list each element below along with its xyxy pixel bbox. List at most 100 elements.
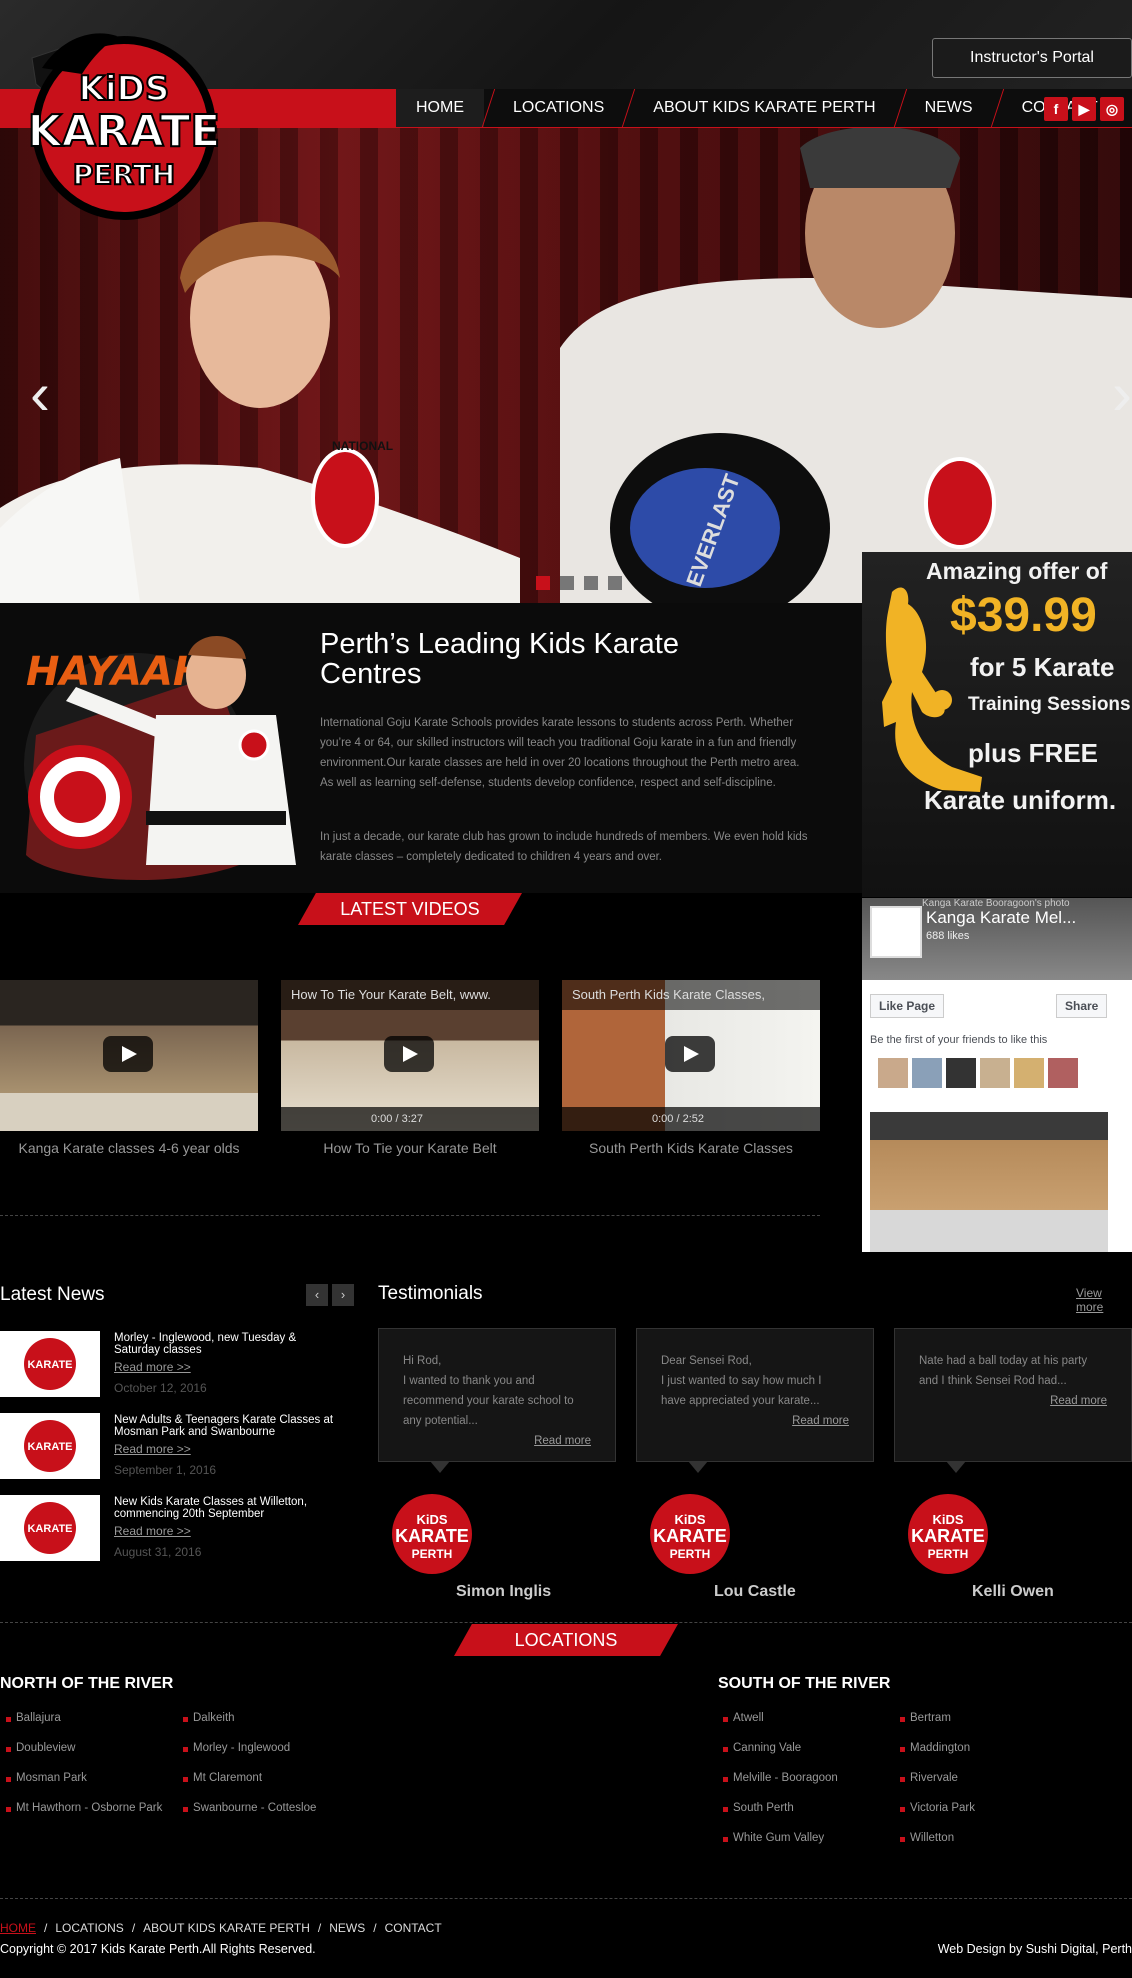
location-link[interactable]: Willetton [900,1832,954,1844]
tlogo-perth: PERTH [928,1547,969,1561]
location-link[interactable]: Ballajura [6,1712,61,1724]
video-caption[interactable]: How To Tie your Karate Belt [281,1140,539,1156]
footer-link-home[interactable]: HOME [0,1921,36,1935]
testimonial-pointer [688,1461,708,1473]
nav-home[interactable]: HOME [396,89,484,127]
hero-dot[interactable] [584,576,598,590]
video-time: 0:00 / 3:27 [371,1113,423,1125]
tlogo-perth: PERTH [670,1547,711,1561]
location-link[interactable]: Victoria Park [900,1802,975,1814]
location-link[interactable]: Doubleview [6,1742,75,1754]
instructors-portal-button[interactable]: Instructor's Portal [932,38,1132,78]
news-thumbnail[interactable]: KARATE [0,1495,100,1561]
hero-next-arrow[interactable]: › [1112,364,1132,424]
friend-avatar[interactable] [980,1058,1010,1088]
friend-avatar[interactable] [1048,1058,1078,1088]
testimonial-read-more[interactable]: Read more [919,1391,1107,1411]
news-headline[interactable]: Morley - Inglewood, new Tuesday & Saturd… [114,1332,344,1356]
video-player[interactable] [0,980,258,1131]
footer-separator: / [131,1921,136,1935]
tlogo-kids: KiDS [932,1512,963,1527]
location-link[interactable]: Morley - Inglewood [183,1742,290,1754]
facebook-icon[interactable]: f [1044,97,1068,121]
intro-paragraph-1: International Goju Karate Schools provid… [320,717,800,789]
section-divider [0,1622,1132,1623]
video-controls[interactable]: 0:00 / 2:52 [562,1107,820,1131]
offer-line-5: plus FREE [968,738,1099,768]
play-button-icon[interactable] [384,1036,434,1072]
testimonial-read-more[interactable]: Read more [403,1431,591,1451]
facebook-like-button[interactable]: Like Page [870,994,945,1018]
offer-line-3: for 5 Karate [970,652,1115,682]
nav-news[interactable]: NEWS [905,89,993,127]
location-link[interactable]: Mosman Park [6,1772,87,1784]
testimonial-text: Nate had a ball today at his party and I… [919,1355,1088,1387]
location-link[interactable]: Rivervale [900,1772,958,1784]
news-headline[interactable]: New Kids Karate Classes at Willetton, co… [114,1496,344,1520]
news-logo-icon: KARATE [24,1502,76,1554]
nav-about[interactable]: ABOUT KIDS KARATE PERTH [633,89,895,127]
offer-banner[interactable]: Amazing offer of $39.99 for 5 Karate Tra… [862,552,1132,897]
video-caption[interactable]: Kanga Karate classes 4-6 year olds [0,1140,258,1156]
location-link[interactable]: South Perth [723,1802,794,1814]
testimonial-card: Nate had a ball today at his party and I… [894,1328,1132,1462]
location-link[interactable]: Mt Claremont [183,1772,262,1784]
latest-videos-heading: LATEST VIDEOS [298,893,522,925]
youtube-icon[interactable]: ▶ [1072,97,1096,121]
facebook-page-name[interactable]: Kanga Karate Mel... [926,908,1076,928]
news-logo-icon: KARATE [24,1420,76,1472]
news-prev-button[interactable]: ‹ [306,1284,328,1306]
news-read-more[interactable]: Read more >> [114,1360,191,1374]
facebook-like-label: Like Page [879,999,936,1013]
footer-link-about[interactable]: ABOUT KIDS KARATE PERTH [143,1921,310,1935]
location-link[interactable]: Maddington [900,1742,970,1754]
kids-karate-perth-logo[interactable]: KiDS KARATE PERTH [22,28,224,224]
location-link[interactable]: Mt Hawthorn - Osborne Park [6,1802,162,1814]
video-player[interactable]: South Perth Kids Karate Classes, 0:00 / … [562,980,820,1131]
hero-dot[interactable] [560,576,574,590]
news-headline[interactable]: New Adults & Teenagers Karate Classes at… [114,1414,344,1438]
location-link[interactable]: Dalkeith [183,1712,235,1724]
facebook-page-widget[interactable]: Kanga Karate Booragoon's photo Kanga Kar… [862,898,1132,1252]
news-next-button[interactable]: › [332,1284,354,1306]
news-thumbnail[interactable]: KARATE [0,1413,100,1479]
news-thumbnail[interactable]: KARATE [0,1331,100,1397]
location-link[interactable]: Canning Vale [723,1742,801,1754]
play-button-icon[interactable] [103,1036,153,1072]
footer-link-locations[interactable]: LOCATIONS [55,1921,123,1935]
footer-link-news[interactable]: NEWS [329,1921,365,1935]
friend-avatar[interactable] [1014,1058,1044,1088]
location-link[interactable]: White Gum Valley [723,1832,824,1844]
video-player[interactable]: How To Tie Your Karate Belt, www. 0:00 /… [281,980,539,1131]
news-read-more[interactable]: Read more >> [114,1524,191,1538]
tlogo-kids: KiDS [674,1512,705,1527]
video-controls[interactable]: 0:00 / 3:27 [281,1107,539,1131]
testimonial-read-more[interactable]: Read more [661,1411,849,1431]
location-link[interactable]: Melville - Booragoon [723,1772,838,1784]
facebook-page-avatar[interactable] [870,906,922,958]
intro-title: Perth’s Leading Kids Karate Centres [320,628,679,690]
friend-avatar[interactable] [946,1058,976,1088]
hero-dot[interactable] [608,576,622,590]
location-link[interactable]: Bertram [900,1712,951,1724]
friend-avatar[interactable] [878,1058,908,1088]
footer-link-contact[interactable]: CONTACT [385,1921,442,1935]
friend-avatar[interactable] [912,1058,942,1088]
hero-prev-arrow[interactable]: ‹ [30,364,50,424]
instagram-icon[interactable]: ◎ [1100,97,1124,121]
nav-locations[interactable]: LOCATIONS [493,89,624,127]
hero-dot[interactable] [536,576,550,590]
play-button-icon[interactable] [665,1036,715,1072]
facebook-timeline-photo[interactable] [870,1112,1108,1252]
video-caption[interactable]: South Perth Kids Karate Classes [562,1140,820,1156]
news-logo-text: KARATE [27,1359,72,1371]
testimonial-author: Kelli Owen [972,1583,1054,1600]
testimonials-view-more[interactable]: View more [1076,1286,1132,1314]
location-link[interactable]: Swanbourne - Cottesloe [183,1802,316,1814]
location-link[interactable]: Atwell [723,1712,764,1724]
facebook-share-button[interactable]: Share [1056,994,1108,1018]
news-read-more[interactable]: Read more >> [114,1442,191,1456]
footer-separator: / [44,1921,48,1935]
design-credit-link[interactable]: Web Design by Sushi Digital, Perth [938,1942,1132,1956]
intro-section: HAYAAHH Perth’s Leading Kids Karate Cent… [0,603,862,893]
